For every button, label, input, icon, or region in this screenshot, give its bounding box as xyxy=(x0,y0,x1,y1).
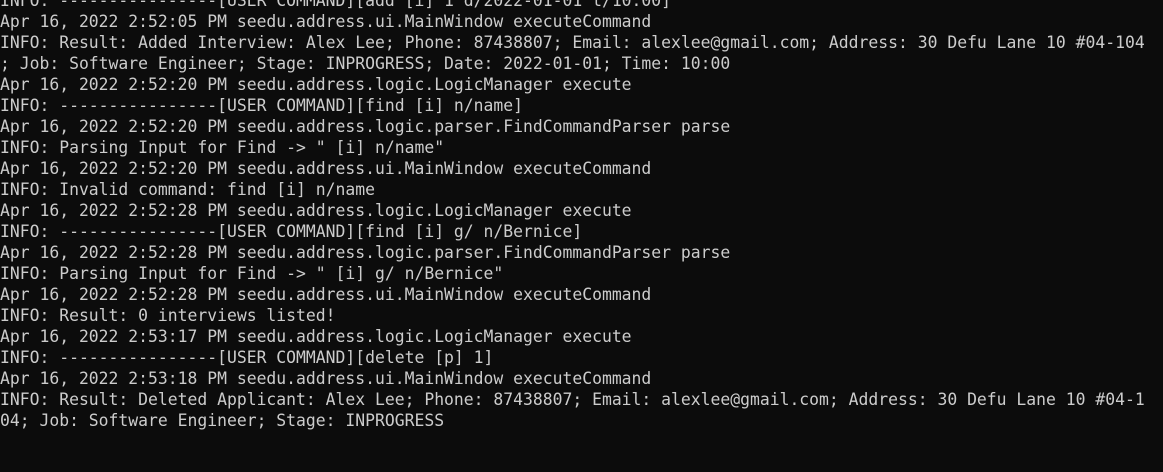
log-line: INFO: Result: 0 interviews listed! xyxy=(0,306,336,325)
log-line: ; Job: Software Engineer; Stage: INPROGR… xyxy=(0,54,731,73)
terminal-window[interactable]: INFO: ----------------[USER COMMAND][add… xyxy=(0,0,1163,472)
log-line: Apr 16, 2022 2:52:05 PM seedu.address.ui… xyxy=(0,12,652,31)
log-line: INFO: ----------------[USER COMMAND][fin… xyxy=(0,222,583,241)
log-line: INFO: ----------------[USER COMMAND][del… xyxy=(0,348,494,367)
log-line: INFO: Result: Deleted Applicant: Alex Le… xyxy=(0,390,1145,409)
log-line: Apr 16, 2022 2:52:28 PM seedu.address.ui… xyxy=(0,285,652,304)
log-line: Apr 16, 2022 2:52:20 PM seedu.address.lo… xyxy=(0,75,632,94)
log-line: Apr 16, 2022 2:52:28 PM seedu.address.lo… xyxy=(0,243,731,262)
log-line: INFO: Invalid command: find [i] n/name xyxy=(0,180,375,199)
log-line: Apr 16, 2022 2:52:20 PM seedu.address.ui… xyxy=(0,159,652,178)
log-line: 04; Job: Software Engineer; Stage: INPRO… xyxy=(0,411,445,430)
log-line: Apr 16, 2022 2:52:20 PM seedu.address.lo… xyxy=(0,117,731,136)
log-line: Apr 16, 2022 2:53:18 PM seedu.address.ui… xyxy=(0,369,652,388)
log-line: Apr 16, 2022 2:52:28 PM seedu.address.lo… xyxy=(0,201,632,220)
log-line: INFO: Result: Added Interview: Alex Lee;… xyxy=(0,33,1145,52)
log-line: INFO: Parsing Input for Find -> " [i] g/… xyxy=(0,264,504,283)
log-line: INFO: ----------------[USER COMMAND][fin… xyxy=(0,96,524,115)
log-line: INFO: Parsing Input for Find -> " [i] n/… xyxy=(0,138,445,157)
log-line: Apr 16, 2022 2:53:17 PM seedu.address.lo… xyxy=(0,327,632,346)
